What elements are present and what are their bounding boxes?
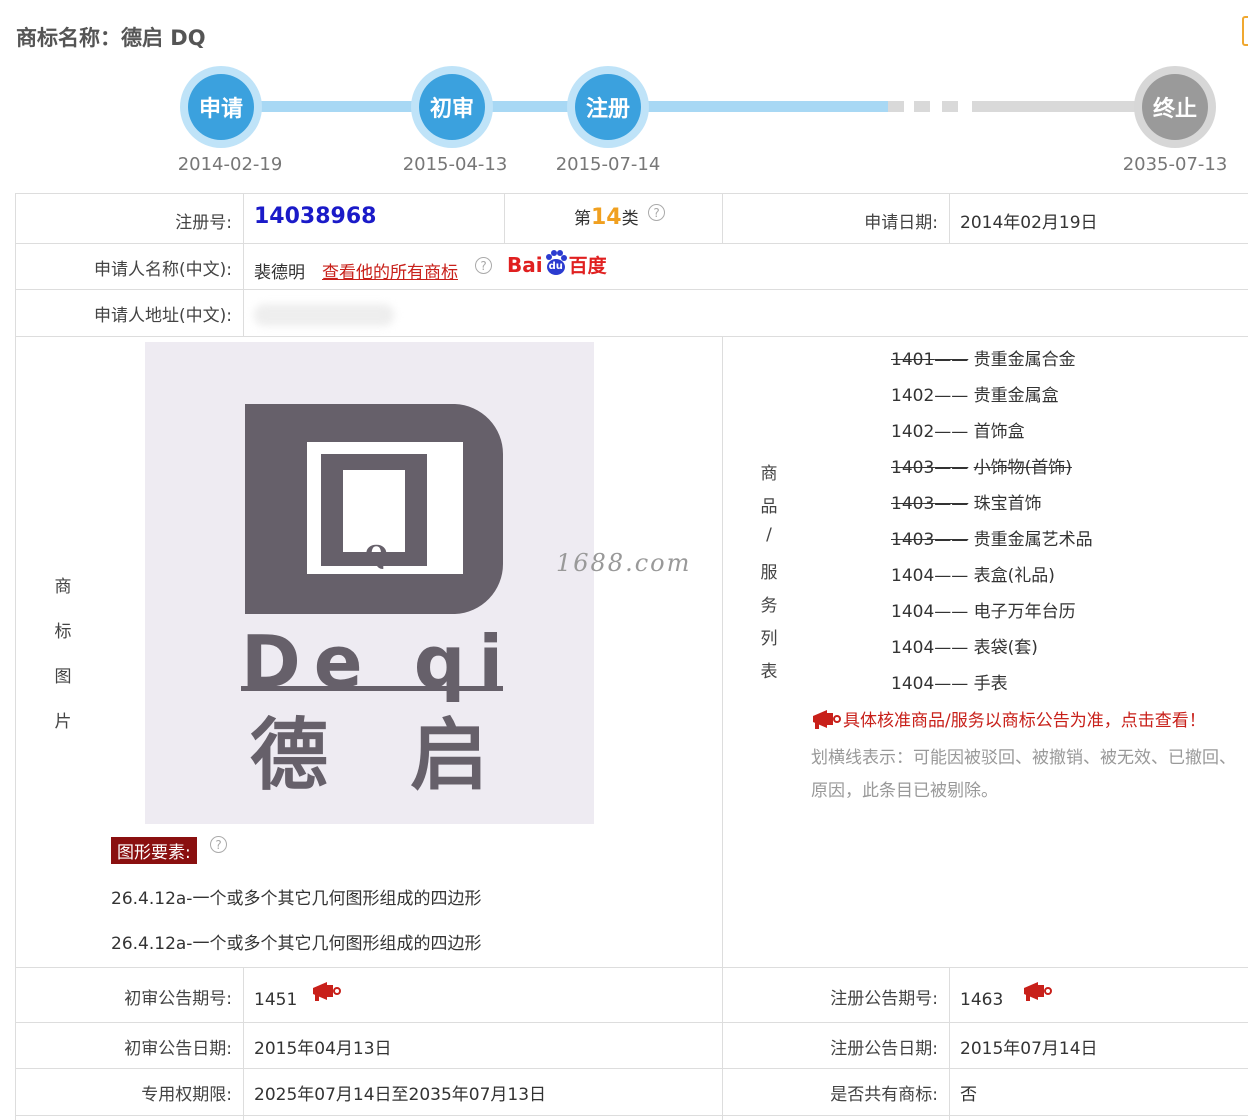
reg-pub-no-value: 1463	[960, 990, 1004, 1010]
graphic-element-item: 26.4.12a-一个或多个其它几何图形组成的四边形	[111, 889, 482, 909]
announcement-notice-link[interactable]: 具体核准商品/服务以商标公告为准，点击查看！	[811, 706, 1206, 735]
timeline-node-apply: 申请	[180, 66, 262, 148]
class-info: 第14类 ?	[574, 204, 666, 230]
help-icon[interactable]: ?	[648, 204, 666, 221]
image-side-label: 商 标 图 片	[54, 577, 72, 732]
class-number: 14	[591, 205, 622, 230]
timeline-date-prelim: 2015-04-13	[402, 154, 508, 175]
term-label: 专用权期限:	[141, 1085, 232, 1105]
svg-text:启: 启	[410, 711, 488, 801]
timeline-node-register: 注册	[567, 66, 649, 148]
goods-item: 1404—— 表袋(套)	[891, 638, 1038, 658]
watermark-text: 1688.com	[556, 549, 692, 577]
reg-pub-date-value: 2015年07月14日	[960, 1039, 1098, 1059]
goods-item: 1402—— 贵重金属盒	[891, 386, 1059, 406]
timeline-date-end: 2035-07-13	[1122, 154, 1228, 175]
timeline-date-register: 2015-07-14	[555, 154, 661, 175]
shared-value: 否	[960, 1085, 977, 1105]
applicant-address-label: 申请人地址(中文):	[94, 306, 232, 326]
reg-number-value: 14038968	[254, 204, 377, 229]
goods-item: 1403—— 贵重金属艺术品	[891, 530, 1093, 550]
goods-item: 1403—— 珠宝首饰	[891, 494, 1042, 514]
timeline-progress-line	[222, 101, 888, 112]
timeline-date-apply: 2014-02-19	[177, 154, 283, 175]
goods-item: 1404—— 电子万年台历	[891, 602, 1076, 622]
reg-number-label: 注册号:	[175, 213, 232, 233]
timeline-dash	[888, 101, 904, 112]
applicant-address-redacted	[254, 304, 394, 326]
trademark-detail-table: 注册号: 14038968 第14类 ? 申请日期: 2014年02月19日 申…	[15, 193, 1248, 1120]
megaphone-icon[interactable]	[1022, 980, 1054, 1007]
applicant-name-value: 裴德明	[254, 263, 305, 283]
strike-explanation: 原因，此条目已被剔除。	[811, 781, 998, 801]
megaphone-icon	[811, 708, 843, 735]
goods-item: 1402—— 首饰盒	[891, 422, 1025, 442]
view-all-trademarks-link[interactable]: 查看他的所有商标	[322, 258, 458, 283]
corner-button[interactable]	[1242, 16, 1248, 46]
help-icon[interactable]: ?	[210, 836, 227, 853]
timeline-dash	[942, 101, 958, 112]
graphic-element-item: 26.4.12a-一个或多个其它几何图形组成的四边形	[111, 934, 482, 954]
apply-date-value: 2014年02月19日	[960, 213, 1098, 233]
page-title: 商标名称：德启 DQ	[16, 26, 206, 50]
goods-item: 1404—— 表盒(礼品)	[891, 566, 1055, 586]
shared-label: 是否共有商标:	[830, 1085, 938, 1105]
timeline-node-prelim: 初审	[411, 66, 493, 148]
reg-pub-date-label: 注册公告日期:	[830, 1039, 938, 1059]
apply-date-label: 申请日期:	[864, 213, 938, 233]
svg-text:De qi: De qi	[241, 620, 503, 704]
prelim-pub-date-value: 2015年04月13日	[254, 1039, 392, 1059]
timeline-dash	[914, 101, 930, 112]
prelim-pub-no-label: 初审公告期号:	[124, 989, 232, 1009]
trademark-logo: Q De qi 德 启	[241, 404, 504, 801]
reg-pub-no-label: 注册公告期号:	[830, 989, 938, 1009]
help-icon[interactable]: ?	[475, 257, 492, 274]
goods-side-label: 商 品 / 服 务 列 表	[760, 464, 778, 682]
strike-explanation: 划横线表示：可能因被驳回、被撤销、被无效、已撤回、	[811, 748, 1236, 768]
prelim-pub-date-label: 初审公告日期:	[124, 1039, 232, 1059]
megaphone-icon[interactable]	[311, 980, 343, 1007]
trademark-image: Q De qi 德 启	[145, 342, 594, 824]
goods-item: 1401—— 贵重金属合金	[891, 350, 1076, 370]
goods-item: 1404—— 手表	[891, 674, 1008, 694]
applicant-name-label: 申请人名称(中文):	[94, 260, 232, 280]
svg-text:Q: Q	[365, 541, 388, 571]
graphic-elements-tag: 图形要素:	[111, 837, 197, 864]
baidu-search-link[interactable]: Bai du 百度	[507, 250, 607, 278]
prelim-pub-no-value: 1451	[254, 990, 298, 1010]
term-value: 2025年07月14日至2035年07月13日	[254, 1085, 547, 1105]
timeline-node-end: 终止	[1134, 66, 1216, 148]
status-timeline: 申请 2014-02-19 初审 2015-04-13 注册 2015-07-1…	[0, 60, 1248, 180]
goods-item: 1403—— 小饰物(首饰)	[891, 458, 1072, 478]
baidu-paw-icon: du	[543, 250, 569, 276]
svg-text:德: 德	[250, 711, 328, 801]
